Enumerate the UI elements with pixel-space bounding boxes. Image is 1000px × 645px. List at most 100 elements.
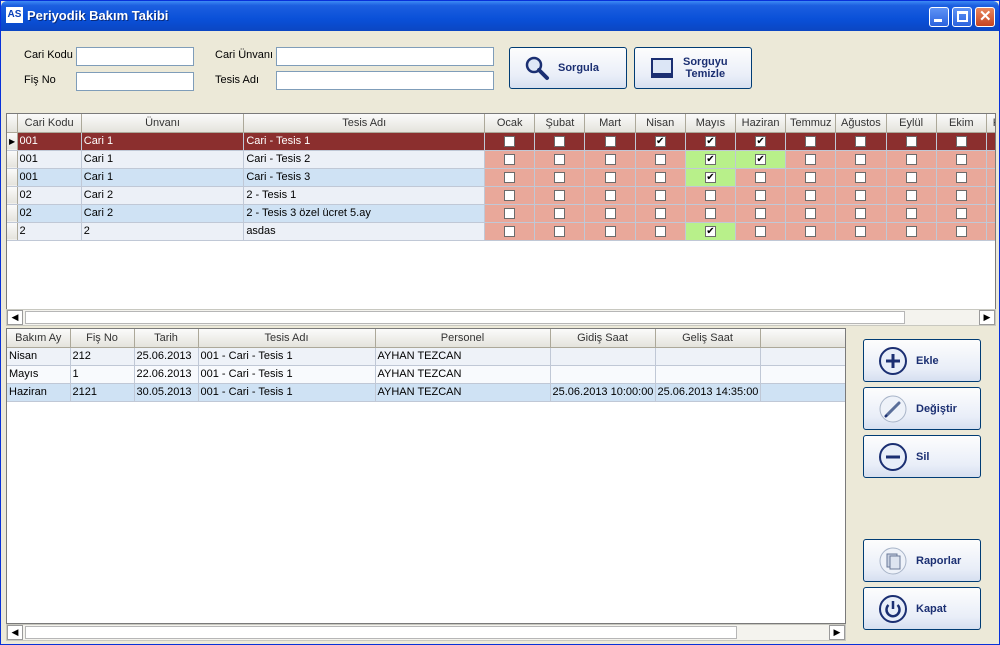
- table-cell[interactable]: 30.05.2013: [134, 383, 199, 402]
- month-checkbox[interactable]: ✔: [704, 153, 716, 165]
- table-cell[interactable]: Haziran: [7, 383, 71, 402]
- row-selector[interactable]: ▶: [7, 132, 18, 151]
- month-checkbox[interactable]: ✔: [755, 153, 767, 165]
- kapat-button[interactable]: Kapat: [863, 587, 981, 630]
- cell-tesis[interactable]: 2 - Tesis 1: [243, 186, 486, 205]
- month-checkbox[interactable]: [654, 171, 666, 183]
- column-header[interactable]: Tesis Adı: [198, 329, 376, 348]
- column-header[interactable]: Haziran: [735, 114, 787, 133]
- table-cell[interactable]: [760, 347, 845, 366]
- column-header[interactable]: Temmuz: [785, 114, 837, 133]
- table-cell[interactable]: AYHAN TEZCAN: [375, 365, 551, 384]
- month-checkbox[interactable]: [654, 207, 666, 219]
- month-checkbox[interactable]: [855, 207, 867, 219]
- cell-unvan[interactable]: Cari 1: [81, 150, 245, 169]
- cell-cari-kodu[interactable]: 001: [17, 168, 82, 187]
- month-checkbox[interactable]: ✔: [654, 135, 666, 147]
- month-checkbox[interactable]: [955, 135, 967, 147]
- cell-tesis[interactable]: Cari - Tesis 3: [243, 168, 486, 187]
- table-cell[interactable]: [760, 365, 845, 384]
- table-cell[interactable]: [550, 365, 656, 384]
- cari-kodu-input[interactable]: [76, 47, 194, 66]
- tesis-adi-input[interactable]: [276, 71, 494, 90]
- month-checkbox[interactable]: ✔: [704, 135, 716, 147]
- column-header[interactable]: Tarih: [134, 329, 199, 348]
- table-cell[interactable]: AYHAN TEZCAN: [375, 383, 551, 402]
- month-checkbox[interactable]: [554, 153, 566, 165]
- month-checkbox[interactable]: [554, 135, 566, 147]
- month-checkbox[interactable]: [504, 171, 516, 183]
- month-checkbox[interactable]: [905, 225, 917, 237]
- month-checkbox[interactable]: [504, 225, 516, 237]
- column-header[interactable]: A: [760, 329, 845, 348]
- row-selector[interactable]: [7, 204, 18, 223]
- month-checkbox[interactable]: [654, 189, 666, 201]
- month-checkbox[interactable]: ✔: [755, 135, 767, 147]
- month-checkbox[interactable]: [805, 225, 817, 237]
- month-checkbox[interactable]: [905, 207, 917, 219]
- table-cell[interactable]: [655, 347, 761, 366]
- column-header[interactable]: Mart: [584, 114, 636, 133]
- title-bar[interactable]: AS Periyodik Bakım Takibi ✕: [1, 1, 999, 31]
- month-checkbox[interactable]: [554, 225, 566, 237]
- table-cell[interactable]: 001 - Cari - Tesis 1: [198, 383, 376, 402]
- column-header[interactable]: Geliş Saat: [655, 329, 761, 348]
- column-header[interactable]: Mayıs: [685, 114, 737, 133]
- month-checkbox[interactable]: [504, 207, 516, 219]
- column-header[interactable]: Şubat: [534, 114, 586, 133]
- month-checkbox[interactable]: [604, 225, 616, 237]
- month-checkbox[interactable]: [604, 153, 616, 165]
- table-row[interactable]: 001 Cari 1 Cari - Tesis 3 ✔: [7, 168, 995, 187]
- table-cell[interactable]: Nisan: [7, 347, 71, 366]
- month-checkbox[interactable]: [805, 171, 817, 183]
- sorguyu-temizle-button[interactable]: Sorguyu Temizle: [634, 47, 752, 89]
- table-row[interactable]: 2 2 asdas ✔: [7, 222, 995, 241]
- month-checkbox[interactable]: [704, 207, 716, 219]
- table-cell[interactable]: 001 - Cari - Tesis 1: [198, 365, 376, 384]
- cell-tesis[interactable]: 2 - Tesis 3 özel ücret 5.ay: [243, 204, 486, 223]
- column-header[interactable]: Gidiş Saat: [550, 329, 656, 348]
- column-header[interactable]: Nisan: [635, 114, 686, 133]
- raporlar-button[interactable]: Raporlar: [863, 539, 981, 582]
- minimize-button[interactable]: [929, 7, 949, 27]
- column-header[interactable]: Ocak: [484, 114, 536, 133]
- scroll-thumb[interactable]: [25, 626, 737, 639]
- cell-unvan[interactable]: 2: [81, 222, 245, 241]
- table-cell[interactable]: 22.06.2013: [134, 365, 199, 384]
- table-row[interactable]: Nisan 212 25.06.2013 001 - Cari - Tesis 1 AY…: [7, 347, 845, 366]
- month-checkbox[interactable]: [504, 189, 516, 201]
- table-cell[interactable]: Mayıs: [7, 365, 71, 384]
- close-button[interactable]: ✕: [975, 7, 995, 27]
- month-checkbox[interactable]: [604, 171, 616, 183]
- month-checkbox[interactable]: [554, 207, 566, 219]
- table-cell[interactable]: 212: [70, 347, 135, 366]
- cell-tesis[interactable]: asdas: [243, 222, 486, 241]
- cell-cari-kodu[interactable]: 001: [17, 132, 82, 151]
- month-checkbox[interactable]: [855, 171, 867, 183]
- month-checkbox[interactable]: [755, 207, 767, 219]
- scroll-right-arrow-icon[interactable]: ▶: [979, 310, 995, 325]
- table-row[interactable]: 001 Cari 1 Cari - Tesis 2 ✔ ✔: [7, 150, 995, 169]
- table-cell[interactable]: 2121: [70, 383, 135, 402]
- month-checkbox[interactable]: [755, 189, 767, 201]
- month-checkbox[interactable]: ✔: [704, 171, 716, 183]
- month-checkbox[interactable]: [855, 189, 867, 201]
- fis-no-input[interactable]: [76, 72, 194, 91]
- table-cell[interactable]: 25.06.2013: [134, 347, 199, 366]
- facility-schedule-grid[interactable]: Cari Kodu Ünvanı Tesis Adı Ocak Şubat Mart Nis…: [6, 113, 996, 311]
- table-cell[interactable]: [550, 347, 656, 366]
- month-checkbox[interactable]: [805, 135, 817, 147]
- column-header[interactable]: Ünvanı: [81, 114, 245, 133]
- sil-button[interactable]: Sil: [863, 435, 981, 478]
- month-checkbox[interactable]: [955, 189, 967, 201]
- table-row[interactable]: Mayıs 1 22.06.2013 001 - Cari - Tesis 1 AYHA…: [7, 365, 845, 384]
- month-checkbox[interactable]: ✔: [704, 225, 716, 237]
- month-checkbox[interactable]: [855, 153, 867, 165]
- row-selector[interactable]: [7, 222, 18, 241]
- month-checkbox[interactable]: [905, 153, 917, 165]
- cell-cari-kodu[interactable]: 02: [17, 186, 82, 205]
- table-cell[interactable]: [655, 365, 761, 384]
- month-checkbox[interactable]: [554, 189, 566, 201]
- month-checkbox[interactable]: [604, 189, 616, 201]
- row-selector[interactable]: [7, 168, 18, 187]
